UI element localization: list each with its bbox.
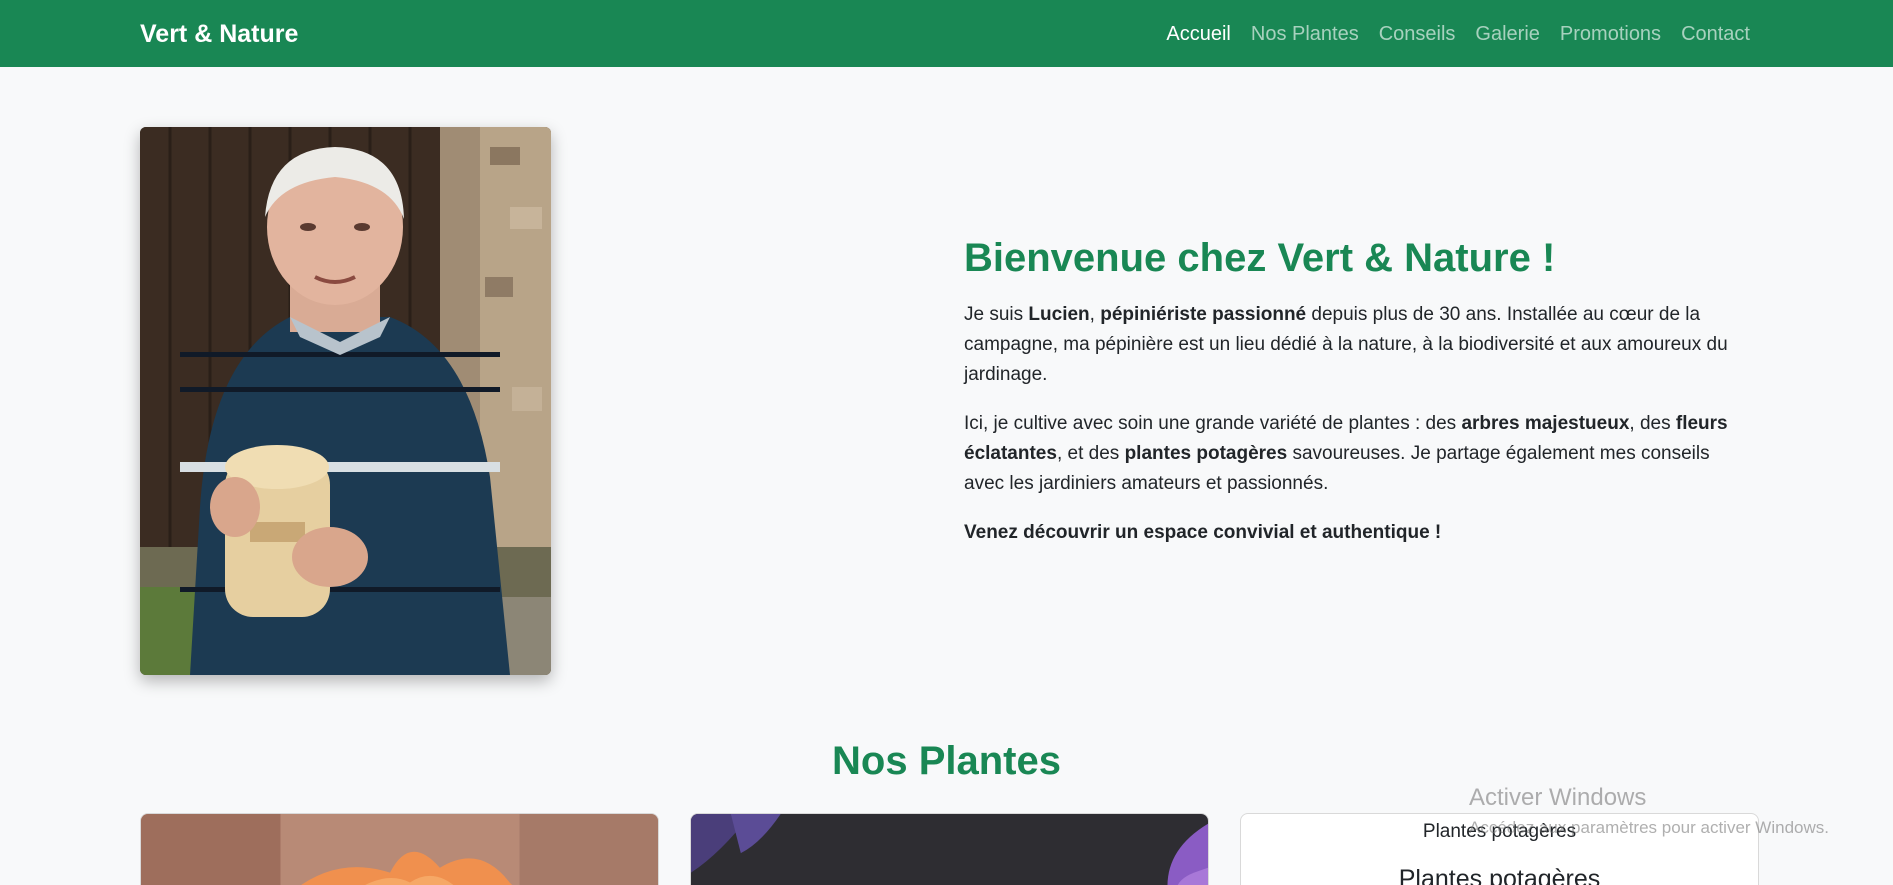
text-segment: Je suis (964, 304, 1029, 325)
plant-card-violets[interactable] (690, 813, 1209, 885)
owner-portrait-image (140, 127, 551, 675)
portrait-illustration (140, 127, 551, 675)
hero-title: Bienvenue chez Vert & Nature ! (964, 236, 1556, 280)
nav-links: Accueil Nos Plantes Conseils Galerie Pro… (1166, 20, 1750, 48)
nav-link-conseils[interactable]: Conseils (1379, 20, 1456, 48)
highlight-trees: arbres majestueux (1461, 413, 1630, 434)
text-segment: , et des (1056, 443, 1125, 464)
nav-link-accueil[interactable]: Accueil (1166, 20, 1230, 48)
text-segment: , (1089, 304, 1101, 325)
vegetables-card-title: Plantes potagères (1398, 865, 1601, 885)
highlight-vegetables: plantes potagères (1124, 443, 1288, 464)
violet-flower-image (691, 814, 1208, 885)
nav-link-contact[interactable]: Contact (1681, 20, 1750, 48)
intro-paragraph-1: Je suis Lucien, pépiniériste passionné d… (964, 300, 1754, 390)
intro-section: Bienvenue chez Vert & Nature ! Je suis L… (964, 232, 1754, 567)
brand-logo[interactable]: Vert & Nature (140, 19, 298, 49)
vegetables-image-alt-text: Plantes potagères (1422, 821, 1577, 842)
text-segment: Ici, je cultive avec soin une grande var… (964, 413, 1462, 434)
plant-card-flowers[interactable] (140, 813, 659, 885)
invitation-text: Venez découvrir un espace convivial et a… (964, 522, 1442, 543)
nav-link-nos-plantes[interactable]: Nos Plantes (1251, 20, 1359, 48)
nav-link-galerie[interactable]: Galerie (1475, 20, 1539, 48)
owner-profession: pépiniériste passionné (1100, 304, 1307, 325)
plant-card-vegetables[interactable]: Plantes potagères Plantes potagères (1240, 813, 1759, 885)
text-segment: , des (1629, 413, 1676, 434)
orange-flower-image (141, 814, 658, 885)
owner-name: Lucien (1028, 304, 1090, 325)
plants-section-title: Nos Plantes (832, 739, 1061, 783)
intro-paragraph-3: Venez découvrir un espace convivial et a… (964, 518, 1754, 548)
intro-paragraph-2: Ici, je cultive avec soin une grande var… (964, 409, 1754, 499)
nav-link-promotions[interactable]: Promotions (1560, 20, 1661, 48)
navbar: Vert & Nature Accueil Nos Plantes Consei… (0, 0, 1893, 67)
